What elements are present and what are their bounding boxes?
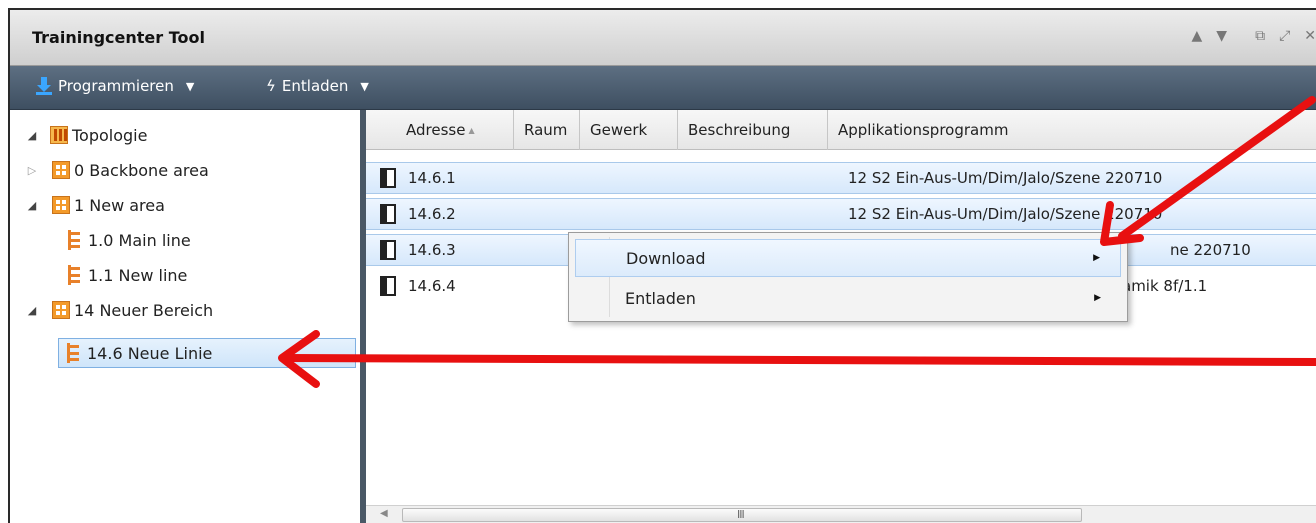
cell-address: 14.6.4 bbox=[408, 277, 456, 295]
maximize-icon[interactable]: ⤢ bbox=[1279, 28, 1290, 44]
column-header-address[interactable]: Adresse ▲ bbox=[396, 110, 514, 150]
tree-item-topology[interactable]: ◢ Topologie bbox=[26, 120, 148, 150]
program-label: Programmieren bbox=[58, 77, 174, 95]
tree-item-label: 1.0 Main line bbox=[88, 230, 191, 250]
tree-item-label: Topologie bbox=[72, 125, 148, 145]
tree-item-label: 14 Neuer Bereich bbox=[74, 300, 214, 320]
download-icon bbox=[36, 77, 52, 95]
menu-item-unload[interactable]: Entladen ▶ bbox=[575, 279, 1121, 317]
device-icon bbox=[380, 276, 396, 296]
tree-item-label: 1.1 New line bbox=[88, 265, 188, 285]
tree-item-area-14[interactable]: ◢ 14 Neuer Bereich bbox=[26, 295, 213, 325]
window-controls: ▲ ▼ ⧉ ⤢ ✕ bbox=[1192, 28, 1316, 44]
context-menu: Download ▶ Entladen ▶ bbox=[568, 232, 1128, 322]
tree-item-line-1-1[interactable]: 1.1 New line bbox=[68, 260, 187, 290]
menu-item-label: Entladen bbox=[625, 288, 696, 308]
menu-item-label: Download bbox=[626, 248, 706, 268]
column-header-trade[interactable]: Gewerk bbox=[580, 110, 678, 150]
expand-icon[interactable]: ◢ bbox=[26, 129, 38, 142]
scrollbar-thumb[interactable]: III bbox=[402, 508, 1082, 522]
lightning-icon: ϟ bbox=[266, 77, 276, 95]
menu-item-download[interactable]: Download ▶ bbox=[575, 239, 1121, 277]
tree-item-line-14-6[interactable]: 14.6 Neue Linie bbox=[58, 338, 356, 368]
table-row[interactable]: 14.6.2 12 S2 Ein-Aus-Um/Dim/Jalo/Szene 2… bbox=[366, 198, 1316, 230]
topology-icon bbox=[50, 126, 68, 144]
table-row[interactable]: 14.6.1 12 S2 Ein-Aus-Um/Dim/Jalo/Szene 2… bbox=[366, 162, 1316, 194]
tree-item-label: 1 New area bbox=[74, 195, 165, 215]
scrollbar-grip: III bbox=[737, 508, 745, 521]
submenu-arrow-icon: ▶ bbox=[1094, 293, 1101, 303]
device-icon bbox=[380, 240, 396, 260]
device-icon bbox=[380, 168, 396, 188]
cell-application: ne 220710 bbox=[1170, 241, 1251, 259]
column-header-description[interactable]: Beschreibung bbox=[678, 110, 828, 150]
scroll-down-icon[interactable]: ▼ bbox=[1216, 28, 1227, 44]
cell-application: 12 S2 Ein-Aus-Um/Dim/Jalo/Szene 220710 bbox=[848, 205, 1163, 223]
sort-ascending-icon: ▲ bbox=[468, 125, 475, 135]
tree-item-line-1-0[interactable]: 1.0 Main line bbox=[68, 225, 191, 255]
tree-item-area-1[interactable]: ◢ 1 New area bbox=[26, 190, 165, 220]
cell-application: 12 S2 Ein-Aus-Um/Dim/Jalo/Szene 220710 bbox=[848, 169, 1163, 187]
window-title: Trainingcenter Tool bbox=[32, 28, 205, 47]
cell-address: 14.6.3 bbox=[408, 241, 456, 259]
scroll-up-icon[interactable]: ▲ bbox=[1192, 28, 1203, 44]
topology-tree: ◢ Topologie ▷ 0 Backbone area ◢ 1 New ar… bbox=[10, 110, 360, 523]
column-header-application[interactable]: Applikationsprogramm bbox=[828, 110, 1316, 150]
column-header-room[interactable]: Raum bbox=[514, 110, 580, 150]
restore-icon[interactable]: ⧉ bbox=[1255, 28, 1265, 44]
area-icon bbox=[52, 196, 70, 214]
device-icon bbox=[380, 204, 396, 224]
cell-address: 14.6.2 bbox=[408, 205, 456, 223]
expand-icon[interactable]: ◢ bbox=[26, 199, 38, 212]
grid-header: Adresse ▲ Raum Gewerk Beschreibung Applik… bbox=[366, 110, 1316, 150]
line-icon bbox=[68, 230, 82, 250]
program-button[interactable]: Programmieren ▼ bbox=[36, 77, 194, 95]
title-bar: Trainingcenter Tool ▲ ▼ ⧉ ⤢ ✕ bbox=[10, 10, 1316, 66]
tree-item-label: 0 Backbone area bbox=[74, 160, 209, 180]
toolbar: Programmieren ▼ ϟ Entladen ▼ bbox=[10, 66, 1316, 110]
unload-button[interactable]: ϟ Entladen ▼ bbox=[266, 77, 369, 95]
chevron-down-icon: ▼ bbox=[185, 79, 195, 93]
cell-address: 14.6.1 bbox=[408, 169, 456, 187]
submenu-arrow-icon: ▶ bbox=[1093, 253, 1100, 263]
tree-item-area-0[interactable]: ▷ 0 Backbone area bbox=[26, 155, 209, 185]
collapse-icon[interactable]: ▷ bbox=[26, 164, 38, 177]
expand-icon[interactable]: ◢ bbox=[26, 304, 38, 317]
chevron-down-icon: ▼ bbox=[360, 79, 369, 93]
cell-application: amik 8f/1.1 bbox=[1122, 277, 1208, 295]
line-icon bbox=[67, 343, 81, 363]
unload-label: Entladen bbox=[281, 77, 349, 95]
tree-item-label: 14.6 Neue Linie bbox=[87, 343, 213, 363]
horizontal-scrollbar[interactable]: ◀ III bbox=[366, 505, 1316, 523]
close-icon[interactable]: ✕ bbox=[1304, 28, 1316, 44]
area-icon bbox=[52, 161, 70, 179]
line-icon bbox=[68, 265, 82, 285]
area-icon bbox=[52, 301, 70, 319]
scroll-left-icon[interactable]: ◀ bbox=[380, 508, 388, 519]
